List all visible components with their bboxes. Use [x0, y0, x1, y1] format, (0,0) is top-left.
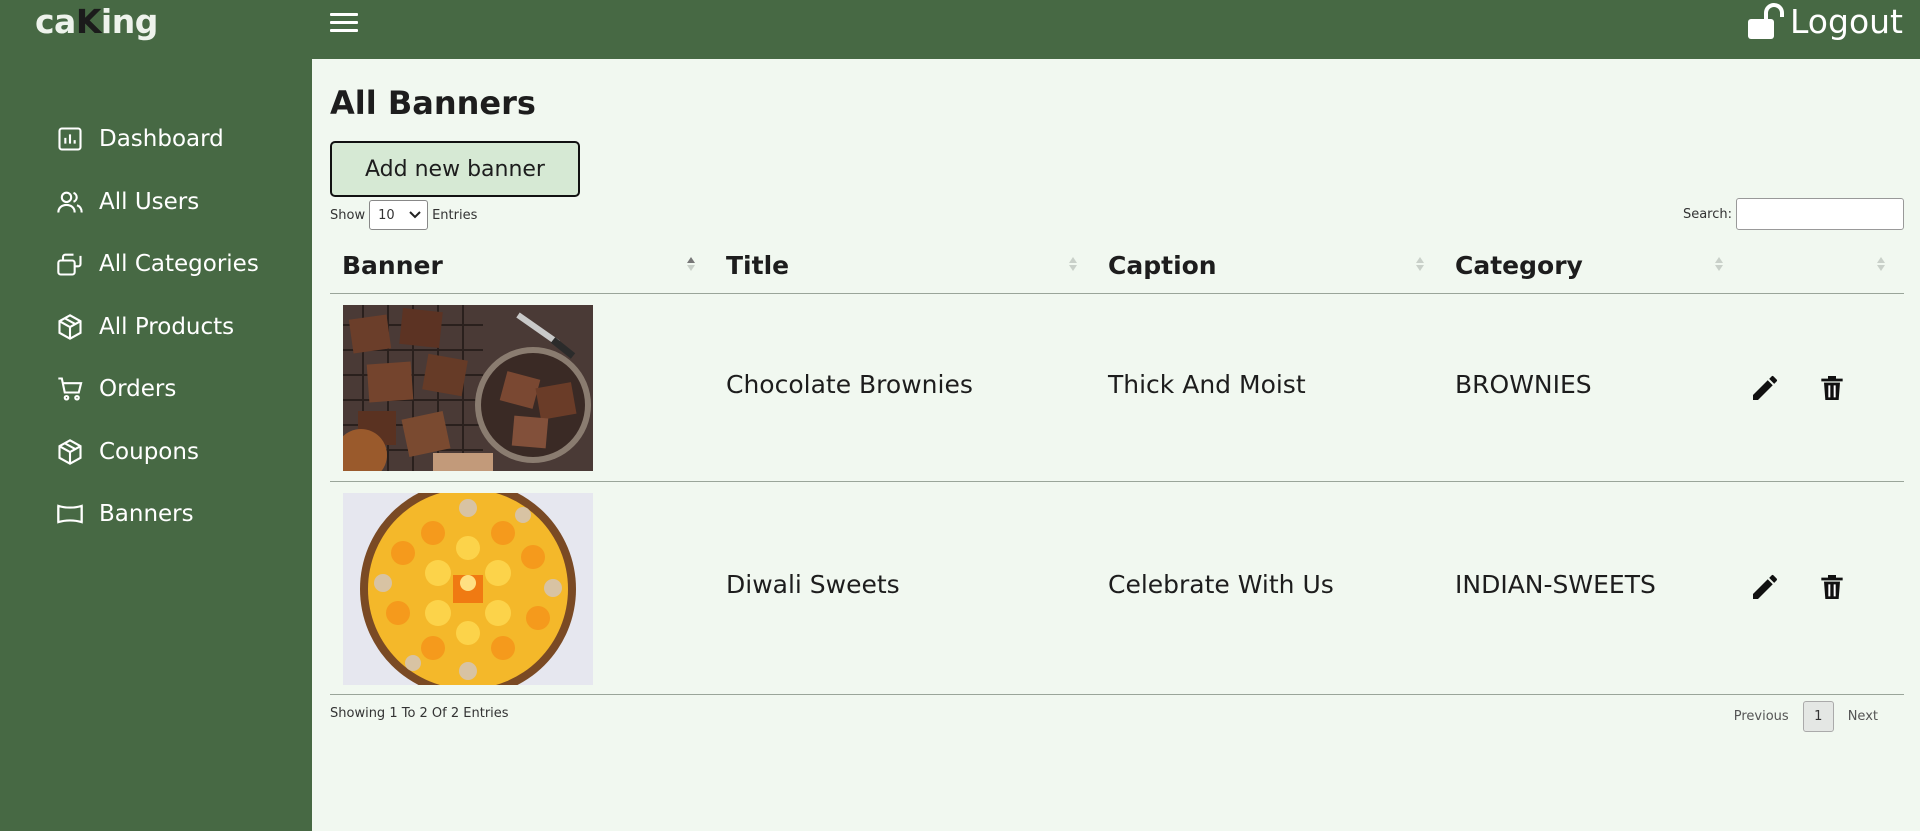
sort-icon[interactable] [1876, 257, 1886, 277]
column-header-category[interactable]: Category [1455, 237, 1583, 294]
page-1-button[interactable]: 1 [1802, 701, 1834, 732]
sidebar-item-label: Banners [99, 501, 194, 528]
menu-icon [330, 13, 358, 16]
column-header-title[interactable]: Title [726, 237, 789, 294]
box-icon [58, 313, 82, 340]
column-header-banner[interactable]: Banner [342, 237, 443, 294]
sidebar-item-orders[interactable]: Orders [56, 358, 259, 421]
users-icon [57, 191, 83, 213]
search-label: Search: [1682, 206, 1732, 222]
table-row: Diwali Sweets Celebrate With Us INDIAN-S… [330, 482, 1904, 695]
brand-logo-part: K [75, 2, 102, 41]
search-input[interactable] [1736, 198, 1904, 230]
page-length-select[interactable]: 10 [369, 200, 429, 230]
edit-icon[interactable] [1749, 571, 1781, 603]
banner-icon [57, 504, 83, 524]
table-info: Showing 1 To 2 Of 2 Entries [330, 706, 509, 721]
title-cell: Chocolate Brownies [726, 370, 973, 399]
logout-button[interactable]: Logout [1746, 2, 1903, 42]
brand-logo-part: ca [35, 2, 76, 41]
sort-icon[interactable] [1068, 257, 1078, 277]
page-length-control: Show 10 Entries [330, 198, 477, 232]
trash-icon[interactable] [1816, 372, 1848, 404]
menu-icon [330, 21, 358, 24]
sidebar-item-all-products[interactable]: All Products [56, 296, 259, 359]
sidebar-item-dashboard[interactable]: Dashboard [56, 108, 259, 171]
table-row: Chocolate Brownies Thick And Moist BROWN… [330, 294, 1904, 482]
sidebar-item-all-users[interactable]: All Users [56, 171, 259, 234]
box-icon [58, 438, 82, 465]
title-cell: Diwali Sweets [726, 570, 900, 599]
cart-icon [58, 377, 83, 401]
unlock-icon [1748, 3, 1784, 39]
show-label: Show [330, 207, 366, 223]
sidebar-item-label: Coupons [99, 438, 199, 465]
pagination: Previous 1 Next [1720, 701, 1892, 732]
trash-icon[interactable] [1816, 571, 1848, 603]
next-page-button[interactable]: Next [1834, 709, 1892, 724]
search-control: Search: [1683, 197, 1904, 231]
banner-image [343, 305, 593, 471]
sort-icon[interactable] [686, 257, 696, 277]
table-header: Banner Title Caption Category [330, 237, 1904, 294]
sidebar-item-all-categories[interactable]: All Categories [56, 233, 259, 296]
sidebar-item-label: All Categories [99, 251, 259, 278]
sidebar-item-label: All Products [99, 313, 235, 340]
edit-icon[interactable] [1749, 372, 1781, 404]
previous-page-button[interactable]: Previous [1720, 709, 1803, 724]
brand-logo-part: ing [100, 2, 158, 41]
sidebar-nav: Dashboard All Users All Categories All P… [56, 108, 259, 546]
sidebar: caKing Dashboard All Users All Categorie… [0, 0, 312, 831]
sort-icon[interactable] [1415, 257, 1425, 277]
add-new-banner-button[interactable]: Add new banner [330, 141, 580, 197]
banner-image [343, 493, 593, 685]
caption-cell: Celebrate With Us [1108, 570, 1334, 599]
page-title: All Banners [330, 84, 536, 122]
category-cell: BROWNIES [1455, 370, 1592, 399]
brand-logo[interactable]: caKing [35, 2, 158, 42]
banners-table: Banner Title Caption Category Chocolate … [330, 237, 1904, 695]
top-bar: Logout [312, 0, 1920, 59]
categories-icon [57, 253, 82, 276]
sidebar-item-label: Orders [99, 376, 177, 403]
sidebar-item-label: Dashboard [99, 126, 224, 153]
category-cell: INDIAN-SWEETS [1455, 570, 1656, 599]
sort-icon[interactable] [1714, 257, 1724, 277]
menu-icon [330, 29, 358, 32]
hamburger-menu-button[interactable] [330, 10, 362, 34]
entries-label: Entries [432, 207, 478, 223]
column-header-caption[interactable]: Caption [1108, 237, 1217, 294]
chevron-down-icon [409, 211, 421, 219]
sidebar-item-coupons[interactable]: Coupons [56, 421, 259, 484]
page-length-value: 10 [378, 207, 395, 223]
sidebar-item-label: All Users [99, 188, 200, 215]
caption-cell: Thick And Moist [1108, 370, 1306, 399]
sidebar-item-banners[interactable]: Banners [56, 483, 259, 546]
chart-bar-icon [58, 127, 82, 151]
logout-label: Logout [1790, 2, 1903, 41]
